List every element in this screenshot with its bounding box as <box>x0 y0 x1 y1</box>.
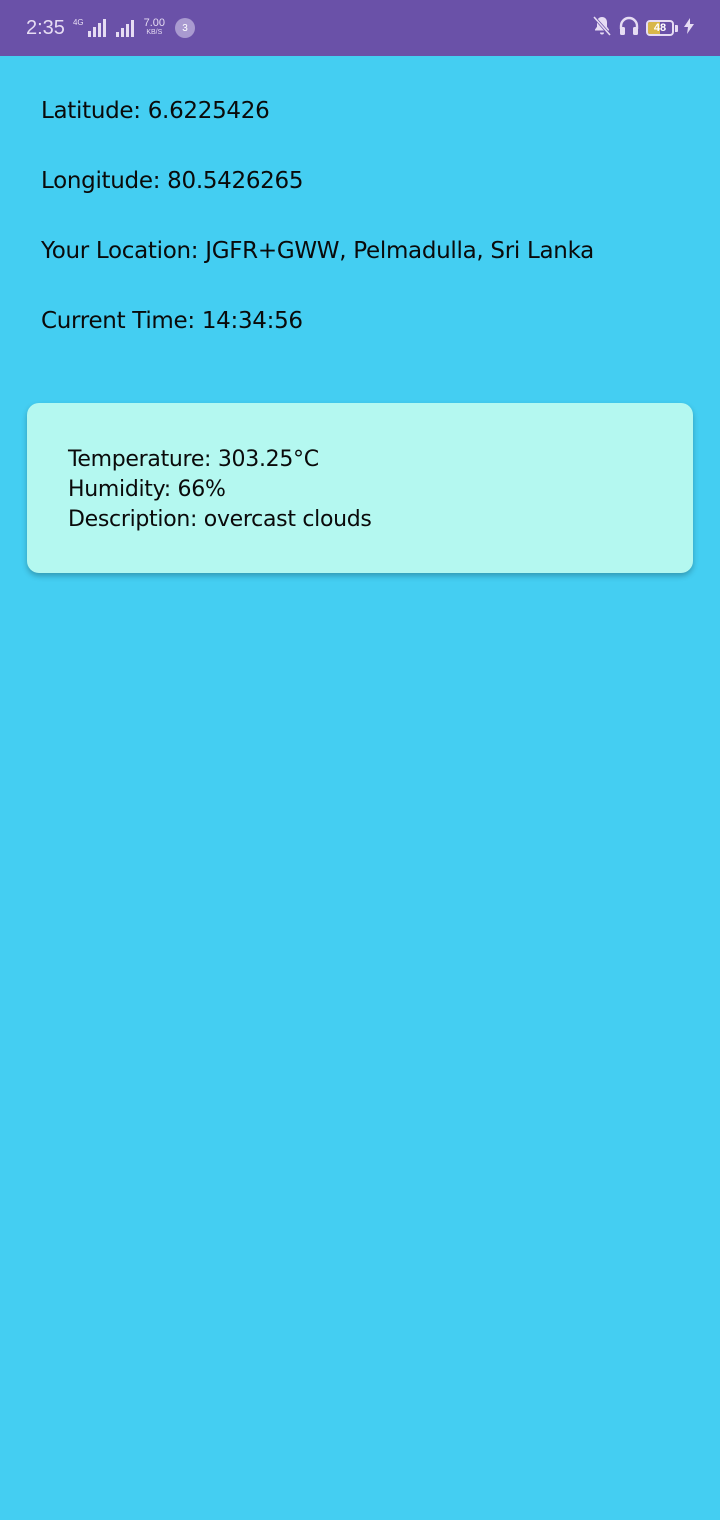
network-type-label: 4G <box>72 18 84 27</box>
charging-bolt-icon <box>684 17 694 39</box>
location-info: Latitude: 6.6225426 Longitude: 80.542626… <box>41 56 681 336</box>
mute-notifications-icon <box>592 15 612 42</box>
status-icons-right: 48 <box>592 15 694 42</box>
humidity-text: Humidity: 66% <box>68 477 226 502</box>
location-text: Your Location: JGFR+GWW, Pelmadulla, Sri… <box>41 238 594 264</box>
network-speed: 7.00 KB/S <box>143 17 166 37</box>
network-speed-unit: KB/S <box>146 29 163 36</box>
headphones-icon <box>618 15 640 42</box>
temperature-text: Temperature: 303.25°C <box>68 447 319 472</box>
mobile-signal-4g: 4G <box>73 19 106 37</box>
description-text: Description: overcast clouds <box>68 507 372 532</box>
battery-icon: 48 <box>646 20 678 36</box>
status-bar: 2:35 4G 7.00 KB/S 3 48 <box>0 0 720 56</box>
notification-count-badge: 3 <box>175 18 196 38</box>
latitude-text: Latitude: 6.6225426 <box>41 98 270 124</box>
signal-bars-icon <box>115 19 134 37</box>
network-speed-value: 7.00 <box>143 17 166 29</box>
status-time: 2:35 <box>26 16 65 39</box>
longitude-text: Longitude: 80.5426265 <box>41 168 304 194</box>
weather-card: Temperature: 303.25°C Humidity: 66% Desc… <box>27 403 693 573</box>
battery-level: 48 <box>653 22 667 34</box>
current-time-text: Current Time: 14:34:56 <box>41 308 303 334</box>
